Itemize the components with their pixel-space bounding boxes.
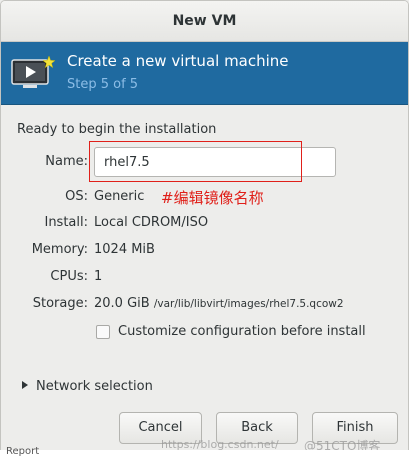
banner-title: Create a new virtual machine (67, 52, 289, 70)
network-selection-expander[interactable]: Network selection (36, 379, 153, 394)
monitor-with-star-icon (11, 55, 55, 88)
os-label: OS: (65, 189, 88, 204)
customize-checkbox-label[interactable]: Customize configuration before install (118, 324, 366, 339)
storage-label: Storage: (32, 296, 88, 311)
install-label: Install: (44, 215, 88, 230)
banner-step: Step 5 of 5 (67, 77, 139, 92)
window-title: New VM (1, 1, 408, 42)
storage-path: /var/lib/libvirt/images/rhel7.5.qcow2 (153, 298, 344, 310)
cpus-value: 1 (94, 269, 103, 284)
background-window-text: Report (6, 446, 40, 457)
background-window-strip (0, 450, 411, 460)
memory-label: Memory: (31, 242, 88, 257)
customize-checkbox[interactable] (96, 325, 110, 339)
memory-value: 1024 MiB (94, 242, 155, 257)
name-field[interactable] (94, 147, 336, 177)
new-vm-dialog: New VM Create a new virtual machine Step… (0, 0, 409, 458)
cpus-label: CPUs: (50, 269, 88, 284)
storage-value: 20.0 GiB /var/lib/libvirt/images/rhel7.5… (94, 296, 344, 311)
install-value: Local CDROM/ISO (94, 215, 209, 230)
wizard-banner: Create a new virtual machine Step 5 of 5 (1, 42, 408, 105)
os-value: Generic (94, 189, 145, 204)
annotation-text: #编辑镜像名称 (161, 189, 264, 207)
expander-arrow-icon[interactable] (22, 381, 28, 389)
section-title: Ready to begin the installation (17, 122, 217, 137)
storage-size: 20.0 GiB (94, 296, 150, 311)
name-label: Name: (45, 154, 88, 169)
